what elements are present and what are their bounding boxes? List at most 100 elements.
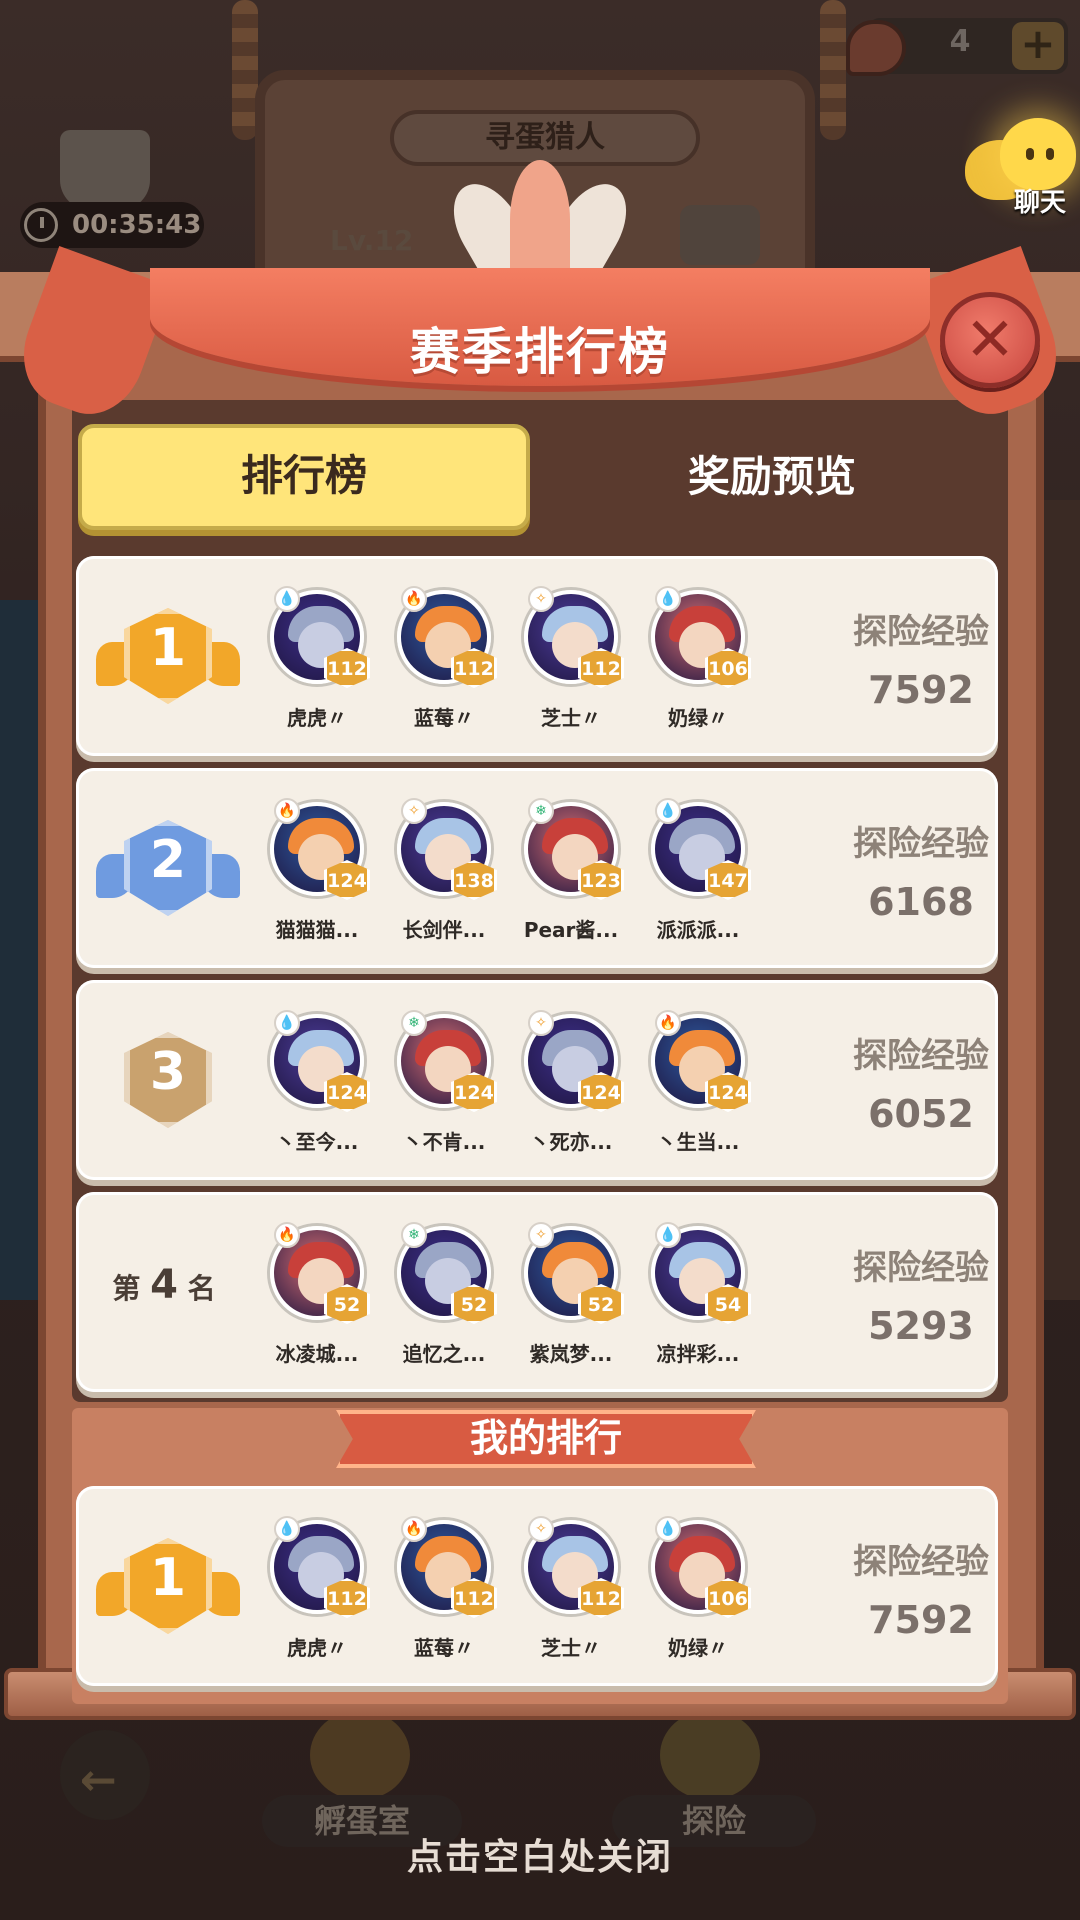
team-member[interactable]: 💧 106 奶绿〃	[637, 586, 757, 740]
team-member[interactable]: 💧 124 丶至今...	[256, 1010, 376, 1164]
rank-label: 第 4 名	[104, 1262, 224, 1308]
exp-value: 5293	[868, 1304, 974, 1348]
member-name: 蓝莓〃	[414, 706, 474, 730]
member-name: 猫猫猫...	[275, 918, 359, 942]
team-member[interactable]: 💧 147 派派派...	[637, 798, 757, 952]
close-icon: ✕	[964, 305, 1016, 375]
team-member[interactable]: 🔥 112 蓝莓〃	[383, 586, 503, 740]
rank-suffix: 名	[187, 1272, 216, 1305]
element-light-icon: ✧	[528, 1222, 554, 1248]
exp-label: 探险经验	[853, 1542, 989, 1582]
chat-label: 聊天	[1013, 188, 1066, 218]
silver-medal-icon: 2	[96, 808, 240, 928]
team-member[interactable]: 💧 112 虎虎〃	[256, 1516, 376, 1670]
element-wind-icon: ❄	[401, 1222, 427, 1248]
modal-title: 赛季排行榜	[410, 323, 670, 381]
bronze-medal-icon: 3	[96, 1020, 236, 1140]
element-water-icon: 💧	[274, 1010, 300, 1036]
element-fire-icon: 🔥	[401, 1516, 427, 1542]
member-name: 芝士〃	[541, 706, 601, 730]
member-name: 追忆之...	[402, 1342, 486, 1366]
exp-label: 探险经验	[853, 1248, 989, 1288]
member-name: 奶绿〃	[668, 706, 728, 730]
member-name: 虎虎〃	[287, 706, 347, 730]
element-water-icon: 💧	[274, 1516, 300, 1542]
clock-icon	[24, 208, 58, 242]
background-rope	[820, 0, 846, 140]
element-wind-icon: ❄	[401, 1010, 427, 1036]
member-name: 长剑伴...	[402, 918, 486, 942]
leaderboard-row[interactable]: 第 4 名 🔥 52 冰凌城... ❄ 52 追忆之... ✧ 52 紫岚梦..…	[76, 1192, 998, 1392]
gold-medal-icon: 1	[96, 1526, 240, 1646]
team-member[interactable]: ✧ 138 长剑伴...	[383, 798, 503, 952]
member-name: 芝士〃	[541, 1636, 601, 1660]
resource-count: 4	[949, 24, 971, 59]
exp-label: 探险经验	[853, 824, 989, 864]
team-member[interactable]: 🔥 52 冰凌城...	[256, 1222, 376, 1376]
close-button[interactable]: ✕	[940, 292, 1040, 388]
element-water-icon: 💧	[655, 1222, 681, 1248]
leaderboard-row[interactable]: 1 💧 112 虎虎〃 🔥 112 蓝莓〃 ✧ 112 芝士〃 💧 106 奶绿…	[76, 556, 998, 756]
rank-prefix: 第	[112, 1272, 141, 1305]
team-member[interactable]: 🔥 124 猫猫猫...	[256, 798, 376, 952]
leaderboard-row[interactable]: 3 💧 124 丶至今... ❄ 124 丶不肯... ✧ 124 丶死亦...…	[76, 980, 998, 1180]
team-member[interactable]: 💧 112 虎虎〃	[256, 586, 376, 740]
member-name: Pear酱...	[523, 918, 619, 942]
leaderboard-row[interactable]: 1 💧 112 虎虎〃 🔥 112 蓝莓〃 ✧ 112 芝士〃 💧 106 奶绿…	[76, 1486, 998, 1686]
member-name: 派派派...	[656, 918, 740, 942]
crown-chest-icon	[60, 130, 150, 210]
member-name: 凉拌彩...	[656, 1342, 740, 1366]
exp-value: 6052	[868, 1092, 974, 1136]
team-member[interactable]: ✧ 124 丶死亦...	[510, 1010, 630, 1164]
meat-icon	[846, 20, 906, 76]
member-name: 蓝莓〃	[414, 1636, 474, 1660]
tab-leaderboard[interactable]: 排行榜	[78, 424, 530, 530]
team-member[interactable]: ✧ 112 芝士〃	[510, 586, 630, 740]
chat-button[interactable]	[1000, 118, 1076, 190]
background-level: Lv.12	[330, 224, 414, 257]
add-resource-button[interactable]: +	[1012, 22, 1064, 70]
rank-number: 3	[149, 1042, 187, 1102]
element-fire-icon: 🔥	[274, 798, 300, 824]
hatchery-icon	[310, 1710, 410, 1800]
element-fire-icon: 🔥	[655, 1010, 681, 1036]
my-rank-title: 我的排行	[336, 1410, 756, 1468]
team-member[interactable]: ❄ 123 Pear酱...	[510, 798, 630, 952]
rank-number: 1	[149, 618, 187, 678]
background-board-title: 寻蛋猎人	[390, 110, 700, 166]
background-shelf	[1040, 500, 1080, 1300]
element-water-icon: 💧	[655, 586, 681, 612]
chat-eye-icon	[1026, 148, 1034, 160]
element-light-icon: ✧	[528, 1516, 554, 1542]
chat-eye-icon	[1046, 148, 1054, 160]
member-name: 丶不肯...	[402, 1130, 486, 1154]
element-fire-icon: 🔥	[274, 1222, 300, 1248]
element-water-icon: 💧	[274, 586, 300, 612]
rank-number: 4	[150, 1262, 178, 1308]
rank-number: 1	[149, 1548, 187, 1608]
exp-value: 7592	[868, 1598, 974, 1642]
team-member[interactable]: 🔥 112 蓝莓〃	[383, 1516, 503, 1670]
team-member[interactable]: 🔥 124 丶生当...	[637, 1010, 757, 1164]
team-member[interactable]: ❄ 52 追忆之...	[383, 1222, 503, 1376]
team-member[interactable]: 💧 106 奶绿〃	[637, 1516, 757, 1670]
team-member[interactable]: 💧 54 凉拌彩...	[637, 1222, 757, 1376]
tab-reward-preview[interactable]: 奖励预览	[552, 424, 992, 530]
element-light-icon: ✧	[528, 1010, 554, 1036]
team-member[interactable]: ✧ 52 紫岚梦...	[510, 1222, 630, 1376]
element-light-icon: ✧	[528, 586, 554, 612]
team-member[interactable]: ✧ 112 芝士〃	[510, 1516, 630, 1670]
gold-medal-icon: 1	[96, 596, 240, 716]
element-water-icon: 💧	[655, 1516, 681, 1542]
member-name: 丶生当...	[656, 1130, 740, 1154]
member-name: 丶至今...	[275, 1130, 359, 1154]
leaderboard-row[interactable]: 2 🔥 124 猫猫猫... ✧ 138 长剑伴... ❄ 123 Pear酱.…	[76, 768, 998, 968]
team-member[interactable]: ❄ 124 丶不肯...	[383, 1010, 503, 1164]
member-name: 紫岚梦...	[529, 1342, 613, 1366]
member-name: 虎虎〃	[287, 1636, 347, 1660]
member-name: 奶绿〃	[668, 1636, 728, 1660]
element-fire-icon: 🔥	[401, 586, 427, 612]
chest-icon	[680, 205, 760, 265]
exp-label: 探险经验	[853, 1036, 989, 1076]
exp-label: 探险经验	[853, 612, 989, 652]
